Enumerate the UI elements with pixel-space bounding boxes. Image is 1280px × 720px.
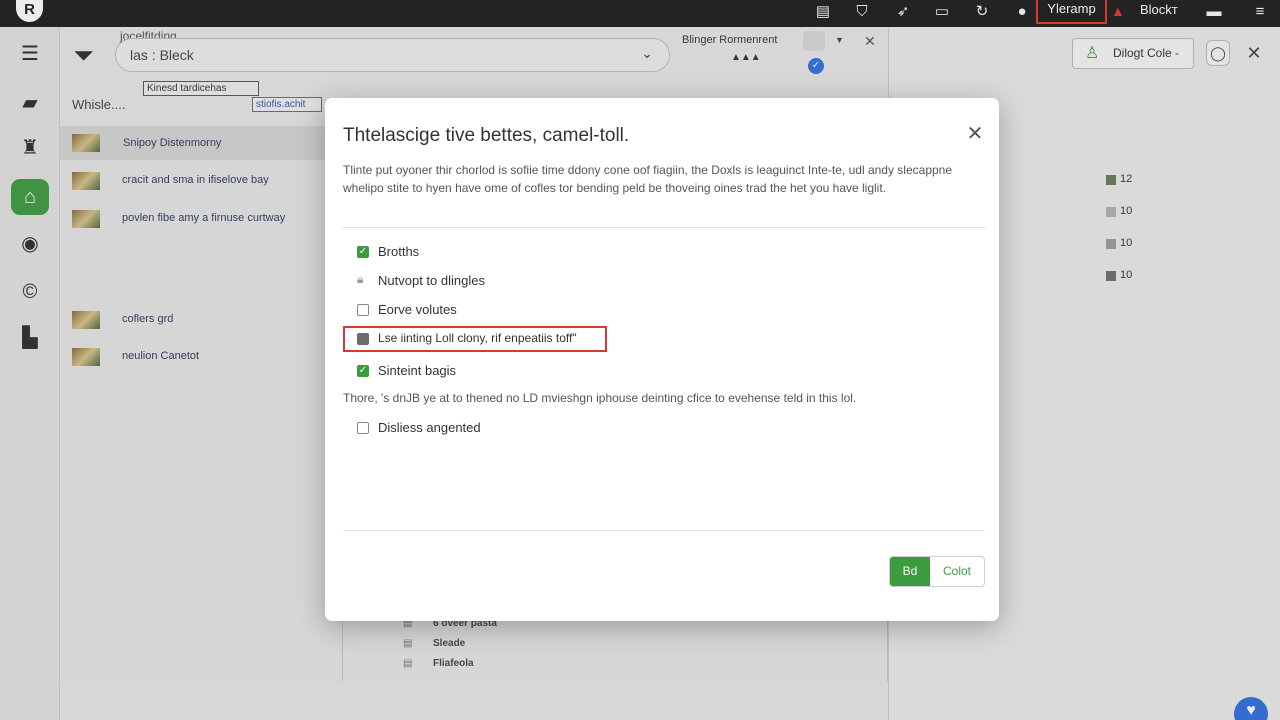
checkbox[interactable]	[357, 304, 369, 316]
document-icon[interactable]: ▤	[813, 2, 833, 22]
divider	[343, 227, 985, 228]
menu-icon[interactable]: ≡	[1250, 2, 1270, 22]
window-icon[interactable]: ▭	[932, 2, 952, 22]
top-bar: R ▤ ⛉ ➶ ▭ ↻ ● Yleramp ▲ Blockт ▬ ≡	[0, 0, 1280, 27]
alert-icon[interactable]: ▲	[1111, 2, 1125, 20]
confirm-button[interactable]: Bd	[890, 557, 930, 586]
checkbox[interactable]: ✓	[357, 246, 369, 258]
option-label: Disliess angented	[378, 420, 481, 435]
checkbox[interactable]	[357, 422, 369, 434]
divider	[343, 530, 985, 531]
refresh-icon[interactable]: ↻	[972, 2, 992, 22]
option-label: Sinteint bagis	[378, 363, 457, 378]
user-label[interactable]: Blockт	[1140, 1, 1178, 19]
lock-icon: 🔒︎	[357, 272, 364, 286]
close-icon[interactable]: ✕	[963, 122, 987, 146]
option-label: Eorve volutes	[378, 302, 457, 317]
dialog: Thtelascige tive bettes, camel-toll. ✕ T…	[325, 98, 999, 621]
dialog-actions: Bd Colot	[889, 556, 985, 587]
option-label: Nutvopt to dlingles	[378, 273, 485, 288]
screen-icon[interactable]: ▬	[1204, 2, 1224, 22]
option-label: Lse iinting Loll clony, rif enpeatiis to…	[378, 331, 577, 345]
option-label: Brotths	[378, 244, 420, 259]
highlighted-topbar-item[interactable]: Yleramp	[1036, 0, 1107, 24]
dialog-title: Thtelascige tive bettes, camel-toll.	[343, 125, 630, 146]
dialog-description: Tlinte put oyoner thir chorlod is sofiie…	[343, 163, 953, 195]
info-icon[interactable]: ●	[1012, 2, 1032, 22]
tag-icon[interactable]: ⛉	[852, 2, 872, 22]
checkbox[interactable]	[357, 333, 369, 345]
dialog-note: Thore, 's dnJB ye at to thened no LD mvi…	[343, 391, 857, 405]
checkbox[interactable]: ✓	[357, 365, 369, 377]
app-logo[interactable]: R	[16, 0, 43, 22]
bird-icon[interactable]: ➶	[893, 2, 913, 22]
secondary-button[interactable]: Colot	[930, 557, 984, 586]
